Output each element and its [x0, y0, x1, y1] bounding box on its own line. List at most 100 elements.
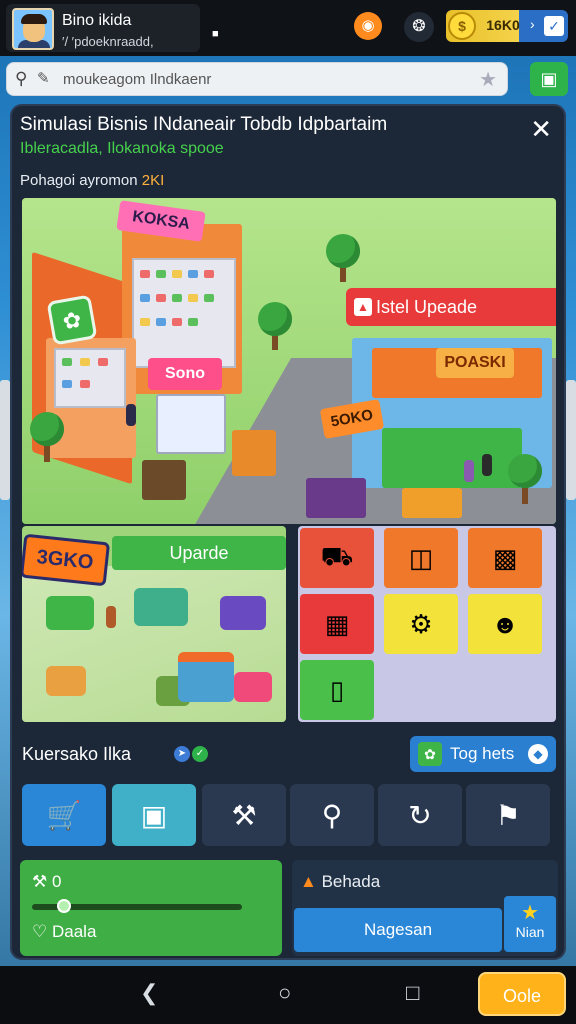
- avatar[interactable]: [12, 8, 54, 50]
- cart-icon[interactable]: 🛒: [22, 784, 106, 846]
- action-card: ▲ Behada Nagesan ★ Nian: [292, 860, 558, 956]
- fire-icon[interactable]: ◉: [354, 12, 382, 40]
- tree: [326, 234, 360, 268]
- upgrade-banner[interactable]: ▲ Istel Upeade: [346, 288, 556, 326]
- section-number: 2KI: [141, 172, 165, 189]
- tog-button-label: Tog hets: [450, 744, 515, 763]
- progress-slider[interactable]: [32, 899, 242, 913]
- stats-footer-label: Daala: [51, 922, 97, 941]
- back-icon[interactable]: ❮: [140, 980, 158, 1006]
- action-row: ▲ Behada: [300, 872, 380, 892]
- counter[interactable]: [142, 460, 186, 500]
- shop-scene[interactable]: KOKSA Sono ✿ POASKI 5OKO ▲ Istel Upeade: [22, 198, 556, 524]
- kiosk-shelf: [54, 348, 126, 408]
- star-icon[interactable]: ★: [479, 67, 497, 92]
- leaf-icon: ✿: [418, 742, 442, 766]
- close-icon[interactable]: ✕: [530, 116, 552, 142]
- upgrade-icon: ▲: [354, 298, 372, 316]
- search-input[interactable]: moukeagom Ilndkaenr: [63, 71, 211, 88]
- bin-icon[interactable]: ▯: [300, 660, 374, 720]
- bulb-icon[interactable]: ❂: [404, 12, 434, 42]
- slider-knob[interactable]: [56, 899, 71, 913]
- tog-button[interactable]: ✿ Tog hets ◆: [410, 736, 556, 772]
- parking-area[interactable]: Uparde 3GKO: [22, 526, 286, 722]
- panel-title: Simulasi Bisnis INdaneair Tobdb Idpbarta…: [20, 114, 388, 135]
- arrow-icon[interactable]: ➤: [174, 746, 190, 762]
- shop-sign: POASKI: [436, 348, 514, 378]
- profile-card[interactable]: Bino ikida ′/ ′pdoeknraadd,: [6, 4, 200, 52]
- crate-icon[interactable]: ▣: [112, 784, 196, 846]
- crate-stack[interactable]: [402, 488, 462, 518]
- share-icon[interactable]: ✓: [544, 16, 564, 36]
- kiosk[interactable]: [178, 652, 234, 702]
- cycle-icon[interactable]: ↻: [378, 784, 462, 846]
- upgrade-banner-label: Istel Upeade: [376, 297, 478, 317]
- game-screen: Bino ikida ′/ ′pdoeknraadd, ■ ◉ ❂ $ 16K0…: [0, 0, 576, 1024]
- stats-row: ⚒ 0: [32, 872, 61, 892]
- shelf-icon[interactable]: ▦: [300, 594, 374, 654]
- wrench-icon[interactable]: ⚒: [202, 784, 286, 846]
- main-button[interactable]: ★ Nian: [504, 896, 556, 952]
- pin-icon: ✎: [37, 70, 50, 87]
- stats-footer: ♡ Daala: [32, 922, 96, 942]
- tree: [508, 454, 542, 488]
- section-label: Pohagoi ayromon 2KI: [20, 172, 164, 189]
- stats-value: 0: [51, 872, 62, 891]
- cart[interactable]: [306, 478, 366, 518]
- stand[interactable]: [232, 430, 276, 476]
- leaf-icon[interactable]: ✿: [46, 294, 98, 346]
- search-icon: ⚲: [15, 69, 28, 88]
- category-label: Kuersako Ilka: [22, 744, 132, 764]
- heart-icon: ♡: [32, 922, 48, 941]
- crate-icon[interactable]: ▩: [468, 528, 542, 588]
- grid-button[interactable]: ▣: [530, 62, 568, 96]
- ok-button[interactable]: Oole: [478, 972, 566, 1016]
- shopper: [482, 454, 492, 476]
- van[interactable]: [46, 596, 94, 630]
- side-building: [566, 380, 576, 500]
- shopping-cart[interactable]: [46, 666, 86, 696]
- upgrade-button[interactable]: Uparde: [112, 536, 286, 570]
- action-label: Behada: [321, 872, 381, 891]
- machine-icon[interactable]: ⚙: [384, 594, 458, 654]
- coin-value: 16K0: [486, 17, 520, 33]
- check-icon[interactable]: ✓: [192, 746, 208, 762]
- orange-sign: 3GKO: [22, 533, 111, 587]
- truck-icon[interactable]: ⛟: [300, 528, 374, 588]
- van[interactable]: [220, 596, 266, 630]
- item-grid: ⛟ ◫ ▩ ▦ ⚙ ☻ ▯: [298, 526, 556, 722]
- shop-sign: Sono: [148, 358, 222, 390]
- panel-subtitle: Ibleracadla, Ilokanoka spooe: [20, 140, 224, 157]
- home-icon[interactable]: ○: [278, 980, 291, 1006]
- tree: [30, 412, 64, 446]
- shopper: [106, 606, 116, 628]
- produce-stall[interactable]: [382, 428, 522, 488]
- flag-icon[interactable]: ⚑: [466, 784, 550, 846]
- main-button-label: Nian: [515, 924, 545, 940]
- van[interactable]: [134, 588, 188, 626]
- tool-row: 🛒 ▣ ⚒ ⚲ ↻ ⚑: [20, 784, 560, 848]
- section-label-text: Pohagoi ayromon: [20, 172, 138, 189]
- coin-icon: $: [448, 12, 476, 40]
- stats-card: ⚒ 0 ♡ Daala: [20, 860, 282, 956]
- lock-icon: ■: [212, 28, 219, 40]
- action-button[interactable]: Nagesan: [294, 908, 502, 952]
- coin-counter[interactable]: $ 16K0 › ✓: [446, 10, 568, 42]
- box-icon[interactable]: ◫: [384, 528, 458, 588]
- crate[interactable]: [234, 672, 272, 702]
- side-building: [0, 380, 10, 500]
- category-bar: Kuersako Ilka ➤ ✓: [20, 740, 320, 768]
- business-panel: Simulasi Bisnis INdaneair Tobdb Idpbarta…: [10, 104, 566, 960]
- tree: [258, 302, 292, 336]
- shopper: [126, 404, 136, 426]
- player-subtitle: ′/ ′pdoeknraadd,: [62, 34, 154, 49]
- star-icon: ★: [521, 902, 539, 924]
- player-name: Bino ikida: [62, 12, 132, 29]
- chevron-right-icon: ›: [530, 16, 535, 32]
- fridge[interactable]: [156, 394, 226, 454]
- status-bar: Bino ikida ′/ ′pdoeknraadd, ■ ◉ ❂ $ 16K0…: [0, 0, 576, 56]
- search-bar[interactable]: ⚲ ✎ moukeagom Ilndkaenr ★: [6, 62, 508, 96]
- search-icon[interactable]: ⚲: [290, 784, 374, 846]
- recents-icon[interactable]: □: [406, 980, 419, 1006]
- person-icon[interactable]: ☻: [468, 594, 542, 654]
